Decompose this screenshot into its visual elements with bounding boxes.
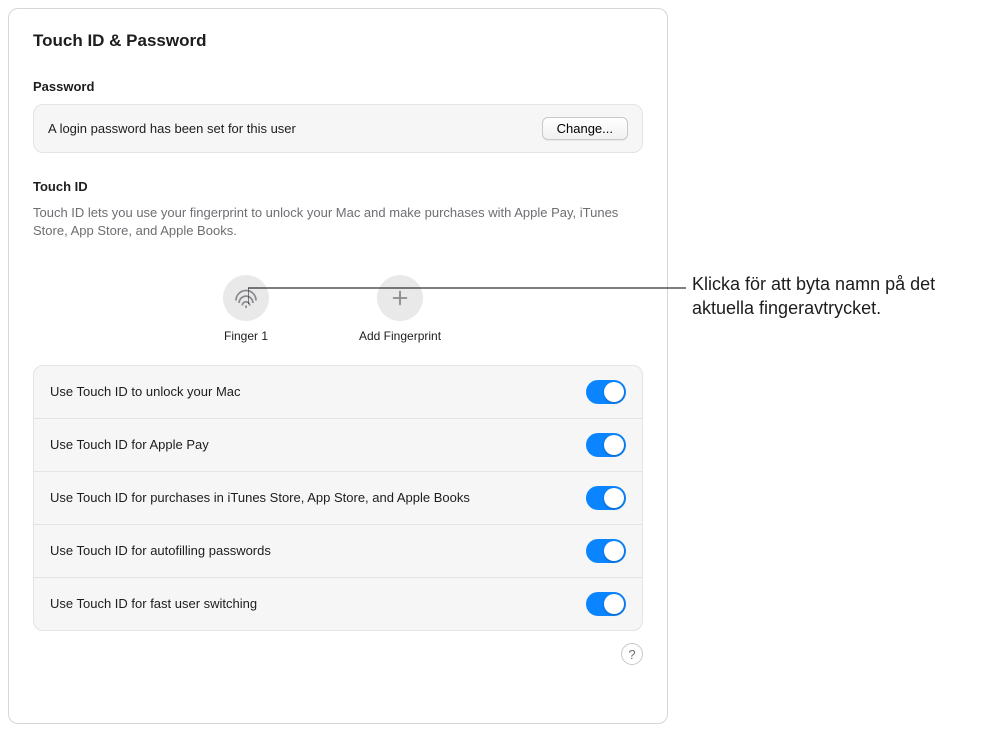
help-row: ? xyxy=(33,643,643,665)
callout-text: Klicka för att byta namn på det aktuella… xyxy=(692,272,972,321)
plus-icon xyxy=(377,275,423,321)
toggle-apple-pay[interactable] xyxy=(586,433,626,457)
option-unlock-mac: Use Touch ID to unlock your Mac xyxy=(34,366,642,419)
touchid-heading: Touch ID xyxy=(33,179,643,194)
touchid-options: Use Touch ID to unlock your Mac Use Touc… xyxy=(33,365,643,631)
toggle-purchases[interactable] xyxy=(586,486,626,510)
option-label: Use Touch ID for fast user switching xyxy=(50,595,257,613)
option-label: Use Touch ID to unlock your Mac xyxy=(50,383,241,401)
fingerprint-list: Finger 1 Add Fingerprint xyxy=(33,253,643,365)
toggle-autofill[interactable] xyxy=(586,539,626,563)
touchid-section: Touch ID Touch ID lets you use your fing… xyxy=(33,179,643,239)
settings-pane: Touch ID & Password Password A login pas… xyxy=(8,8,668,724)
password-status-text: A login password has been set for this u… xyxy=(48,121,296,136)
password-heading: Password xyxy=(33,79,643,94)
add-fingerprint-button[interactable]: Add Fingerprint xyxy=(359,275,441,343)
option-label: Use Touch ID for purchases in iTunes Sto… xyxy=(50,489,470,507)
toggle-unlock-mac[interactable] xyxy=(586,380,626,404)
fingerprint-icon xyxy=(223,275,269,321)
change-password-button[interactable]: Change... xyxy=(542,117,628,140)
touchid-description: Touch ID lets you use your fingerprint t… xyxy=(33,204,633,239)
fingerprint-finger-1[interactable]: Finger 1 xyxy=(223,275,269,343)
option-apple-pay: Use Touch ID for Apple Pay xyxy=(34,419,642,472)
password-card: A login password has been set for this u… xyxy=(33,104,643,153)
fingerprint-label: Finger 1 xyxy=(224,329,268,343)
help-button[interactable]: ? xyxy=(621,643,643,665)
pane-title: Touch ID & Password xyxy=(33,31,643,51)
option-label: Use Touch ID for autofilling passwords xyxy=(50,542,271,560)
option-fast-user-switching: Use Touch ID for fast user switching xyxy=(34,578,642,630)
add-fingerprint-label: Add Fingerprint xyxy=(359,329,441,343)
option-purchases: Use Touch ID for purchases in iTunes Sto… xyxy=(34,472,642,525)
option-autofill: Use Touch ID for autofilling passwords xyxy=(34,525,642,578)
toggle-fast-user-switching[interactable] xyxy=(586,592,626,616)
option-label: Use Touch ID for Apple Pay xyxy=(50,436,209,454)
